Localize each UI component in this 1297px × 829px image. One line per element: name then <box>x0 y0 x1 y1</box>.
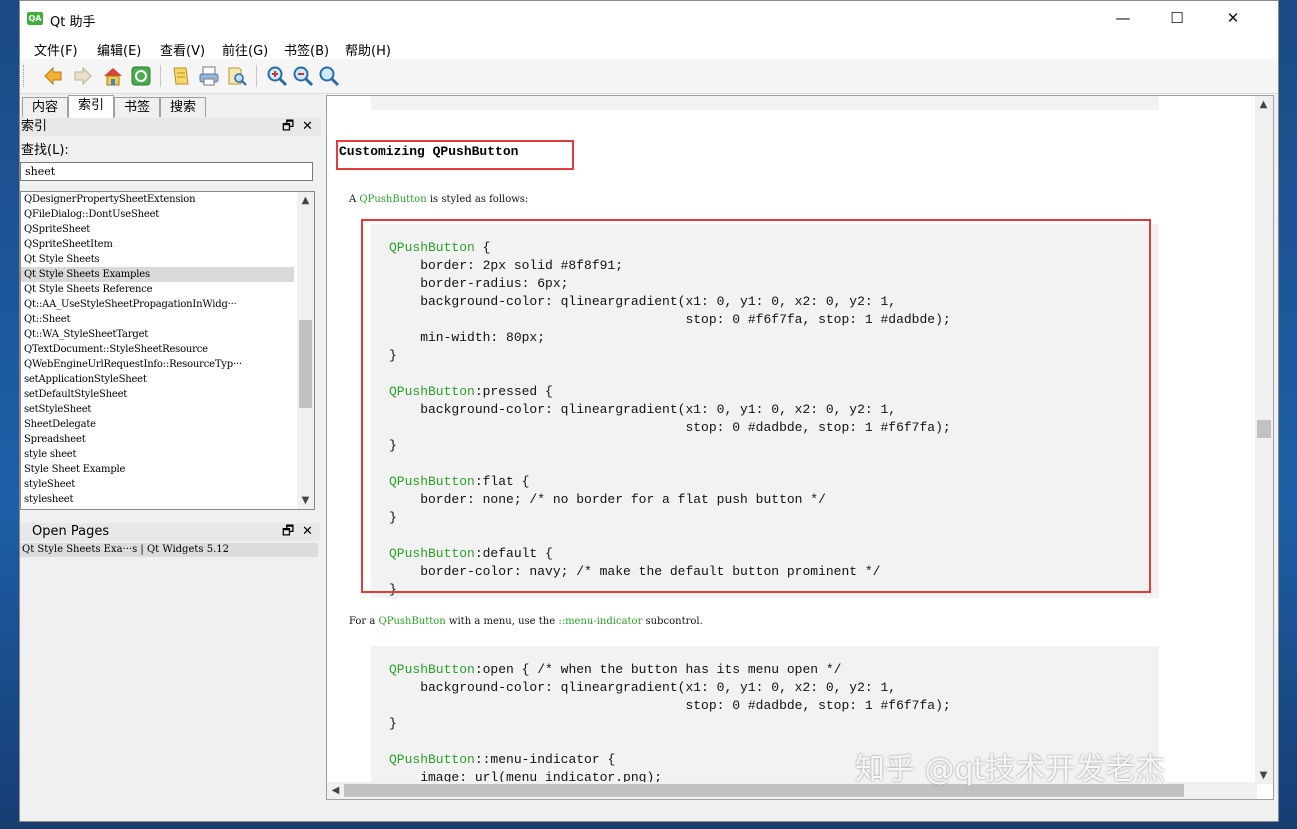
dock-close-icon[interactable]: ✕ <box>302 523 313 541</box>
find-input[interactable] <box>20 162 313 181</box>
tab-contents[interactable]: 内容 <box>22 97 68 117</box>
open-pages-title-text: Open Pages <box>32 524 110 539</box>
code-line: } <box>389 716 397 731</box>
watermark: 知乎 @qt技术开发老杰 <box>855 752 1166 787</box>
scroll-up-icon[interactable]: ▲ <box>297 192 314 209</box>
scroll-down-icon[interactable]: ▼ <box>1255 767 1272 784</box>
menu-help[interactable]: 帮助(H) <box>345 40 391 59</box>
index-list-item[interactable]: Qt Style Sheets Examples <box>21 267 294 282</box>
toolbar-separator <box>160 65 161 87</box>
tab-bookmarks[interactable]: 书签 <box>114 97 160 117</box>
index-list-item[interactable]: stylesheet <box>21 492 294 507</box>
bookmarks-icon[interactable] <box>170 65 192 87</box>
print-icon[interactable] <box>198 65 220 87</box>
code-highlight-box <box>361 219 1151 593</box>
zoom-in-icon[interactable] <box>266 65 288 87</box>
previous-code-block <box>371 96 1159 110</box>
code-line: stop: 0 #dadbde, stop: 1 #f6f7fa); <box>389 698 951 713</box>
index-list-item[interactable]: QWebEngineUrlRequestInfo::ResourceTyp··· <box>21 357 294 372</box>
zoom-reset-icon[interactable] <box>318 65 340 87</box>
index-list-item[interactable]: SheetDelegate <box>21 417 294 432</box>
sync-icon[interactable] <box>130 65 152 87</box>
index-list-item[interactable]: QDesignerPropertySheetExtension <box>21 192 294 207</box>
index-list-item[interactable]: setDefaultStyleSheet <box>21 387 294 402</box>
open-page-item[interactable]: Qt Style Sheets Exa···s | Qt Widgets 5.1… <box>20 543 318 557</box>
index-list-item[interactable]: styleSheet <box>21 477 294 492</box>
forward-arrow-icon[interactable] <box>72 65 94 87</box>
status-bar <box>20 800 1278 821</box>
content-vertical-scrollbar[interactable]: ▲ ▼ <box>1255 96 1273 784</box>
menu-view[interactable]: 查看(V) <box>160 40 205 59</box>
index-list-item[interactable]: Qt Style Sheets <box>21 252 294 267</box>
menu-bar: 文件(F) 编辑(E) 查看(V) 前往(G) 书签(B) 帮助(H) <box>20 35 1278 59</box>
zoom-out-icon[interactable] <box>292 65 314 87</box>
index-list-item[interactable]: setApplicationStyleSheet <box>21 372 294 387</box>
heading-highlight-box <box>336 140 574 170</box>
scroll-left-icon[interactable]: ◀ <box>327 782 344 799</box>
code-line: QPushButton:open { /* when the button ha… <box>389 662 842 677</box>
menu-edit[interactable]: 编辑(E) <box>97 40 141 59</box>
find-icon[interactable] <box>226 65 248 87</box>
open-pages-list: Qt Style Sheets Exa···s | Qt Widgets 5.1… <box>20 541 320 795</box>
qpushbutton-link[interactable]: QPushButton <box>359 194 426 205</box>
index-dock-title-text: 索引 <box>21 119 48 134</box>
title-bar[interactable]: QA Qt 助手 — ☐ ✕ <box>20 1 1278 35</box>
toolbar <box>20 59 1278 94</box>
scroll-up-icon[interactable]: ▲ <box>1255 96 1272 113</box>
index-list-item[interactable]: Qt::WA_StyleSheetTarget <box>21 327 294 342</box>
toolbar-grip[interactable] <box>23 65 27 87</box>
index-list-item[interactable]: QSpriteSheet <box>21 222 294 237</box>
minimize-button[interactable]: — <box>1100 1 1146 35</box>
index-list-item[interactable]: Qt::Sheet <box>21 312 294 327</box>
qpushbutton-link[interactable]: QPushButton <box>379 616 446 627</box>
index-list-scrollbar[interactable]: ▲ ▼ <box>297 192 314 509</box>
menu-go[interactable]: 前往(G) <box>222 40 268 59</box>
index-list-item[interactable]: Style Sheet Example <box>21 462 294 477</box>
index-list[interactable]: QDesignerPropertySheetExtension QFileDial… <box>20 191 315 510</box>
index-list-item[interactable]: Qt Style Sheets Reference <box>21 282 294 297</box>
tab-index[interactable]: 索引 <box>68 95 114 118</box>
documentation-view[interactable]: Customizing QPushButton A QPushButton is… <box>326 95 1274 800</box>
dock-float-icon[interactable]: 🗗 <box>282 118 294 136</box>
desktop-background-right <box>1278 0 1297 829</box>
index-list-item[interactable]: Spreadsheet <box>21 432 294 447</box>
back-arrow-icon[interactable] <box>42 65 64 87</box>
index-list-item[interactable]: style sheet <box>21 447 294 462</box>
left-panel: 内容 索引 书签 搜索 索引 🗗 ✕ 查找(L): QDesignerPrope… <box>20 95 324 795</box>
maximize-button[interactable]: ☐ <box>1154 1 1200 35</box>
dock-float-icon[interactable]: 🗗 <box>282 523 294 541</box>
index-items: QDesignerPropertySheetExtension QFileDial… <box>21 192 314 507</box>
menu-bookmarks[interactable]: 书签(B) <box>284 40 329 59</box>
toolbar-separator <box>256 65 257 87</box>
menu-indicator-link[interactable]: ::menu-indicator <box>558 616 642 627</box>
close-button[interactable]: ✕ <box>1210 1 1256 35</box>
taskbar <box>0 822 1297 829</box>
index-list-item[interactable]: QSpriteSheetItem <box>21 237 294 252</box>
qt-assistant-app-icon: QA <box>27 12 43 25</box>
index-dock-title: 索引 🗗 ✕ <box>20 118 321 136</box>
code-line: background-color: qlineargradient(x1: 0,… <box>389 680 897 695</box>
intro-paragraph: A QPushButton is styled as follows: <box>349 194 529 205</box>
scroll-down-icon[interactable]: ▼ <box>297 492 314 509</box>
menu-file[interactable]: 文件(F) <box>34 40 78 59</box>
tab-search[interactable]: 搜索 <box>160 97 206 117</box>
index-list-item[interactable]: QTextDocument::StyleSheetResource <box>21 342 294 357</box>
content-vertical-scroll-thumb[interactable] <box>1257 420 1271 438</box>
window-title: Qt 助手 <box>50 15 96 30</box>
home-icon[interactable] <box>102 65 124 87</box>
index-list-scroll-thumb[interactable] <box>299 320 312 408</box>
menu-indicator-paragraph: For a QPushButton with a menu, use the :… <box>349 616 703 627</box>
desktop-background-left <box>0 0 19 829</box>
index-list-item[interactable]: Qt::AA_UseStyleSheetPropagationInWidg··· <box>21 297 294 312</box>
qt-assistant-window: QA Qt 助手 — ☐ ✕ 文件(F) 编辑(E) 查看(V) 前往(G) 书… <box>19 0 1279 822</box>
index-list-item[interactable]: setStyleSheet <box>21 402 294 417</box>
open-pages-dock-title: Open Pages 🗗 ✕ <box>20 523 320 541</box>
index-list-item[interactable]: QFileDialog::DontUseSheet <box>21 207 294 222</box>
find-label: 查找(L): <box>21 143 69 158</box>
dock-close-icon[interactable]: ✕ <box>302 118 313 136</box>
